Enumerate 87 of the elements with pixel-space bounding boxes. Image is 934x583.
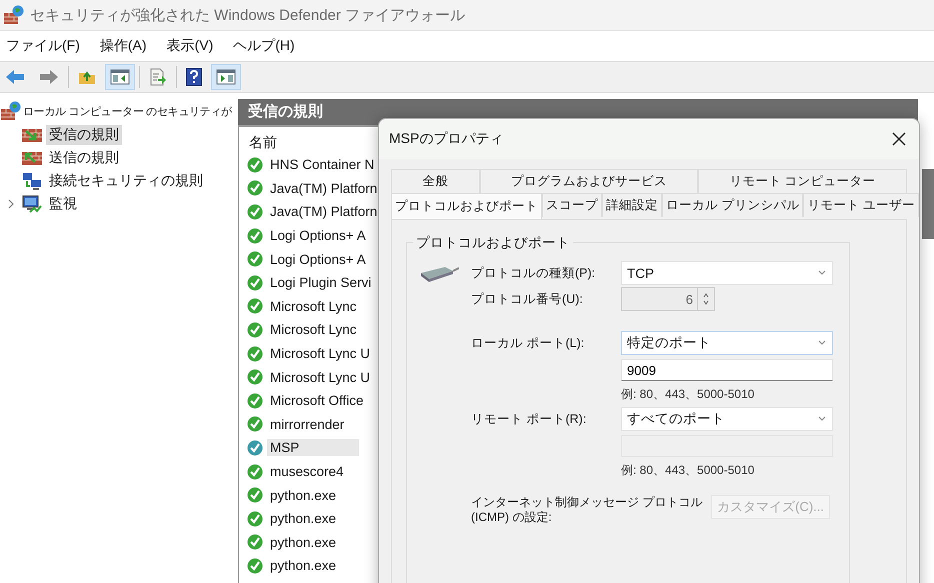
check-icon <box>247 510 263 527</box>
check-icon <box>247 464 263 480</box>
monitor-icon <box>22 194 42 212</box>
spin-arrows-icon <box>702 291 710 307</box>
rule-name[interactable]: Microsoft Lync <box>267 298 360 315</box>
field-label: ローカル ポート(L): <box>471 334 586 352</box>
tab[interactable]: リモート ユーザー <box>803 193 919 217</box>
check-icon <box>247 369 263 386</box>
tab[interactable]: プロトコルおよびポート <box>391 193 542 219</box>
field-label: リモート ポート(R): <box>471 410 588 428</box>
rule-name[interactable]: musescore4 <box>267 463 347 480</box>
check-icon <box>247 534 263 550</box>
tree-item[interactable]: 送信の規則 <box>46 148 122 168</box>
hint-text: 例: 80、443、5000-5010 <box>621 386 756 403</box>
tab[interactable]: ローカル プリンシパル <box>662 193 804 217</box>
rule-name[interactable]: Microsoft Office <box>267 392 367 410</box>
forward-arrow-icon <box>39 69 59 85</box>
check-icon <box>247 558 263 574</box>
rule-name[interactable]: mirrorrender <box>267 416 348 433</box>
rule-name[interactable]: python.exe <box>267 510 340 528</box>
local-port-dropdown[interactable]: 特定のポート <box>621 331 833 355</box>
firewall-globe-icon <box>4 5 24 25</box>
help-icon <box>186 68 202 86</box>
tab[interactable]: リモート コンピューター <box>698 169 907 193</box>
check-icon <box>247 274 263 291</box>
tree-root-label[interactable]: ローカル コンピューター のセキュリティが <box>23 102 232 120</box>
pane-icon <box>110 69 130 85</box>
firewall-icon <box>22 150 42 166</box>
tree-item[interactable]: 接続セキュリティの規則 <box>46 170 206 190</box>
rule-name[interactable]: Microsoft Lync U <box>267 368 374 386</box>
folder-up-icon <box>78 69 96 85</box>
hint-text: 例: 80、443、5000-5010 <box>621 462 756 479</box>
chevron-icon <box>818 340 826 346</box>
firewall-globe-icon <box>1 101 21 121</box>
tab[interactable]: 詳細設定 <box>602 193 662 217</box>
protocol-type-dropdown[interactable]: TCP <box>621 261 833 285</box>
icmp-label: インターネット制御メッセージ プロトコル (ICMP) の設定: <box>471 495 702 525</box>
menu-item[interactable]: ファイル(F) <box>6 37 80 55</box>
check-icon <box>247 440 263 456</box>
remote-port-dropdown[interactable]: すべてのポート <box>621 407 833 431</box>
menu-item[interactable]: ヘルプ(H) <box>233 37 295 55</box>
field-label: プロトコルの種類(P): <box>471 264 596 282</box>
window-title: セキュリティが強化された Windows Defender ファイアウォール <box>30 6 466 24</box>
port-input-field[interactable]: 9009 <box>621 359 833 381</box>
pane-icon <box>216 69 236 85</box>
check-icon <box>247 346 263 362</box>
check-icon <box>247 156 263 173</box>
check-icon <box>247 228 263 244</box>
rule-name[interactable]: python.exe <box>267 486 340 504</box>
check-icon <box>247 251 263 268</box>
check-icon <box>247 204 263 220</box>
rule-name[interactable]: python.exe <box>267 557 340 574</box>
rule-name[interactable]: HNS Container N <box>267 156 378 174</box>
chevron-icon <box>818 416 826 422</box>
rule-name[interactable]: Microsoft Lync <box>267 321 360 338</box>
menu-item[interactable]: 表示(V) <box>166 37 214 55</box>
rule-name[interactable]: Logi Plugin Servi <box>267 274 374 292</box>
tab[interactable]: スコープ <box>542 193 602 217</box>
check-icon <box>247 392 263 409</box>
rule-name[interactable]: Logi Options+ A <box>267 227 369 244</box>
chevron-icon <box>818 270 826 276</box>
close-icon[interactable] <box>892 132 906 146</box>
tree-item[interactable]: 監視 <box>46 194 80 214</box>
menu-item[interactable]: 操作(A) <box>100 37 147 55</box>
tab[interactable]: 全般 <box>391 169 480 193</box>
check-icon <box>247 487 263 504</box>
dialog-title: MSPのプロパティ <box>389 130 504 148</box>
firewall-icon <box>22 126 42 142</box>
check-icon <box>247 298 263 314</box>
network-computers-icon <box>22 172 42 190</box>
rule-name[interactable]: Microsoft Lync U <box>267 345 374 362</box>
check-icon <box>247 180 263 196</box>
rule-name[interactable]: Logi Options+ A <box>267 250 369 268</box>
rule-name[interactable]: Java(TM) Platforn <box>267 180 380 197</box>
check-icon <box>247 322 263 338</box>
chevron-icon[interactable] <box>7 198 15 208</box>
rule-name[interactable]: Java(TM) Platforn <box>267 203 380 220</box>
group-title: プロトコルおよびポート <box>413 234 573 252</box>
tab[interactable]: プログラムおよびサービス <box>480 169 698 193</box>
scrollbar-thumb[interactable] <box>922 169 934 239</box>
tree-item[interactable]: 受信の規則 <box>46 124 122 144</box>
rule-name[interactable]: python.exe <box>267 534 340 551</box>
export-list-icon <box>149 68 167 86</box>
back-arrow-icon <box>5 69 25 85</box>
check-icon <box>247 416 263 432</box>
field-label: プロトコル番号(U): <box>471 290 584 308</box>
rule-name[interactable]: MSP <box>267 439 360 456</box>
